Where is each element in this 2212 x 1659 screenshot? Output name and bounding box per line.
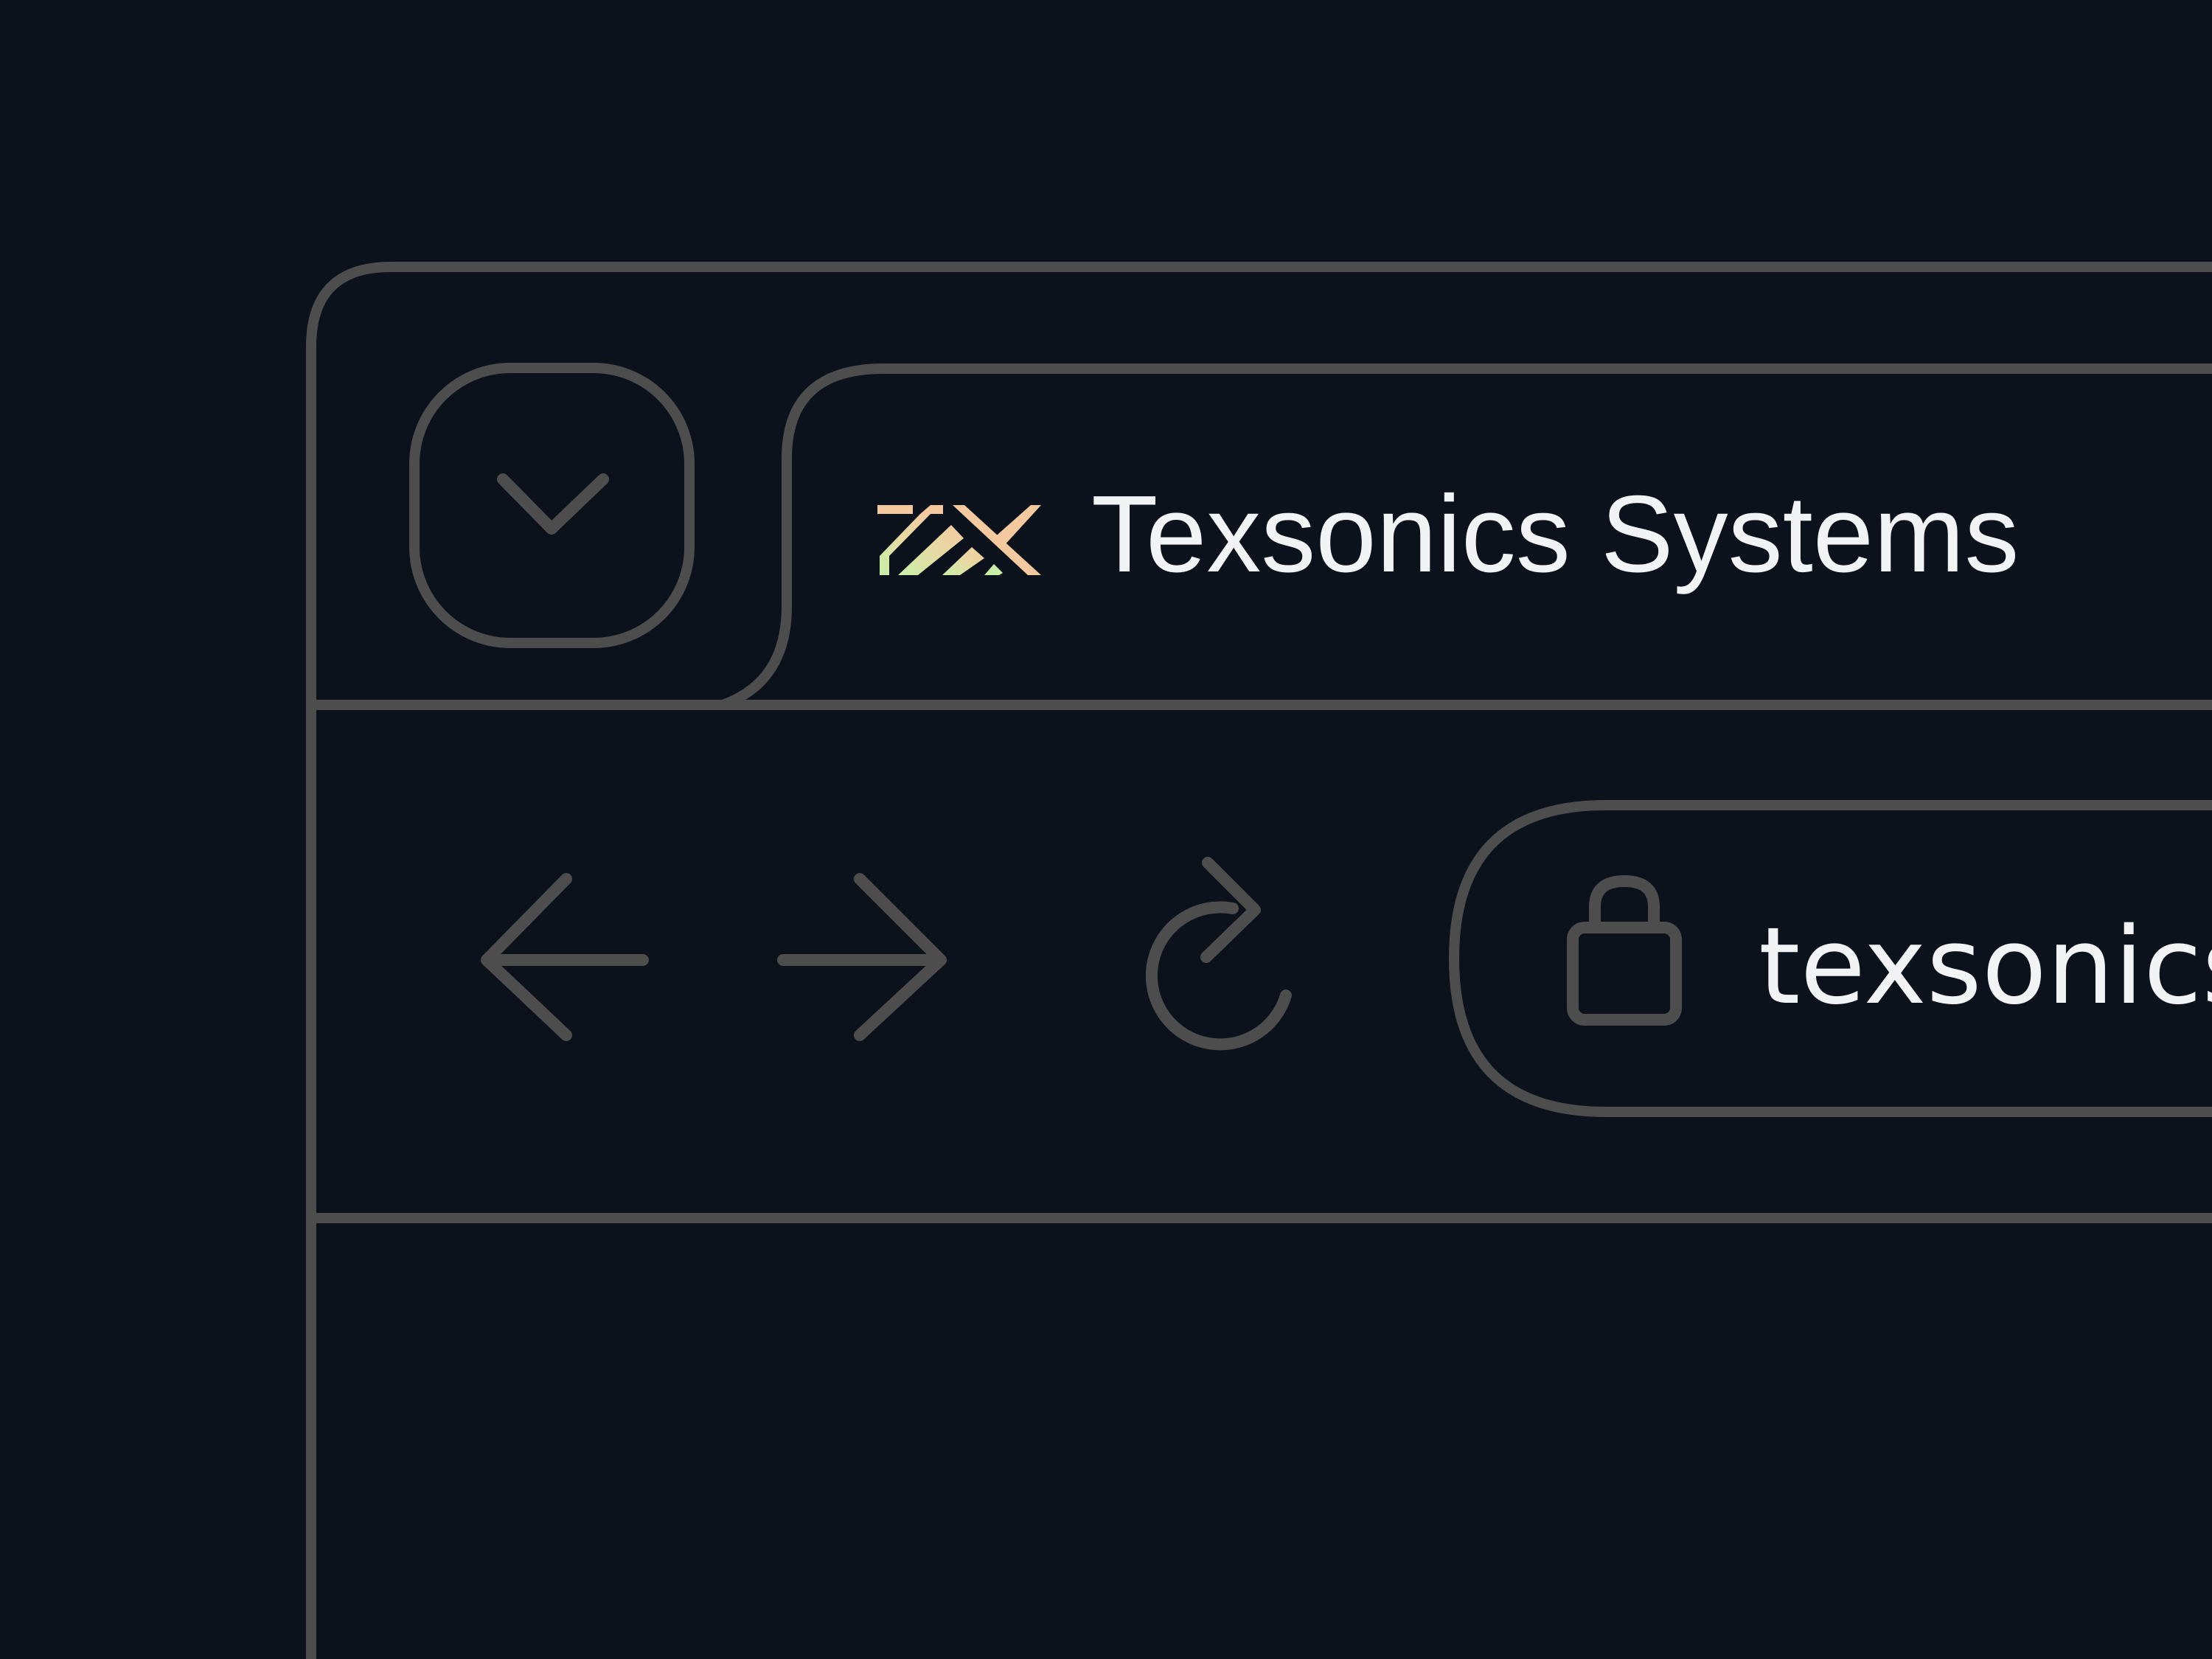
reload-icon: [1145, 857, 1292, 1051]
chevron-down-icon: [497, 473, 609, 535]
address-bar[interactable]: [1454, 805, 2212, 1112]
arrow-right-icon: [777, 873, 947, 1041]
tab-title[interactable]: Texsonics Systems: [1091, 476, 2019, 594]
forward-button[interactable]: [777, 873, 947, 1041]
reload-button[interactable]: [1145, 857, 1292, 1051]
arrow-left-icon: [481, 873, 649, 1041]
tab-menu-button[interactable]: [409, 363, 695, 648]
back-button[interactable]: [481, 873, 649, 1041]
texsonics-logo-icon: [877, 505, 1041, 575]
